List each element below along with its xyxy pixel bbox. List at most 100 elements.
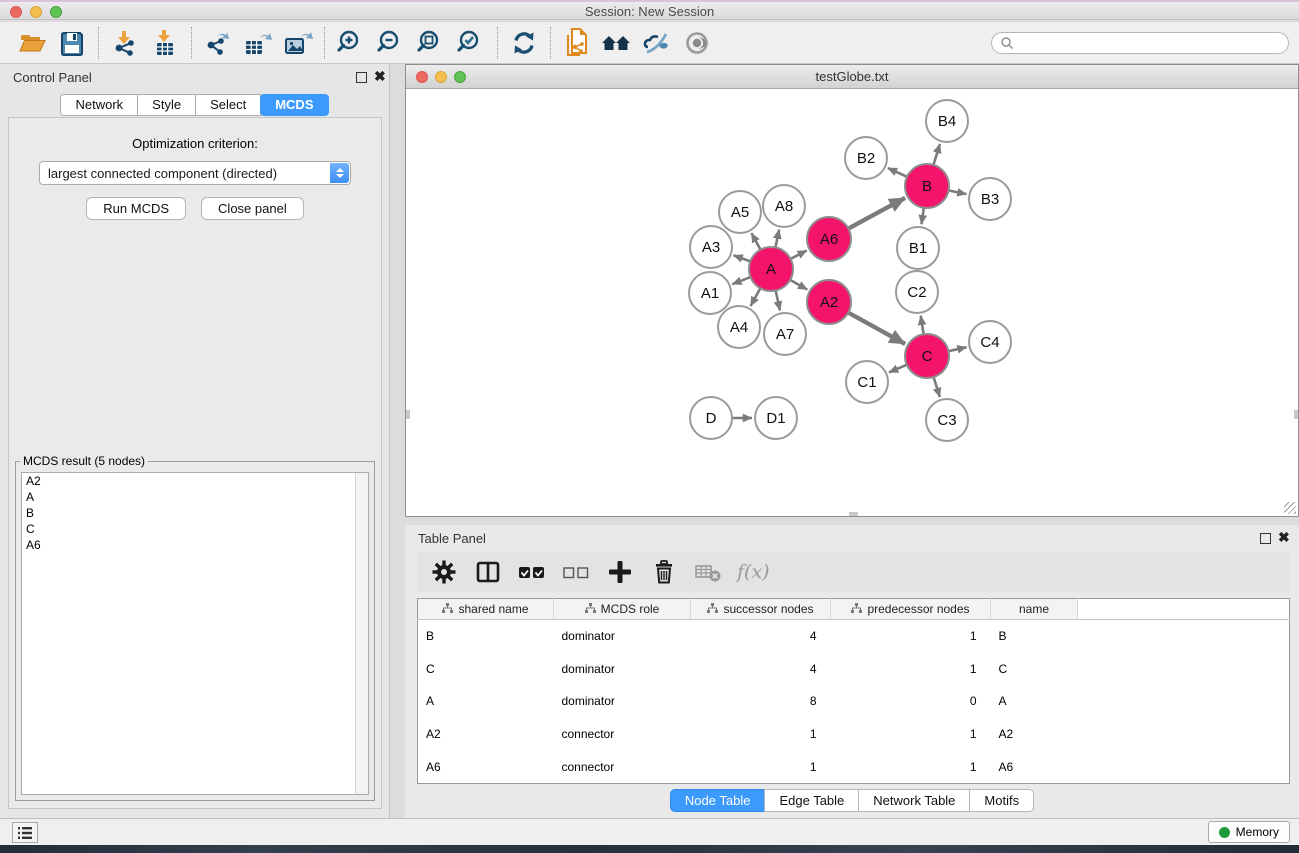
graph-edge-A-A7[interactable] [775,290,780,311]
select-all-checkboxes-icon[interactable] [515,555,549,589]
table-row[interactable]: A6connector11A6 [418,751,1290,784]
save-session-icon[interactable] [52,25,92,61]
table-row[interactable]: Bdominator41B [418,620,1290,653]
add-column-icon[interactable] [603,555,637,589]
graph-node-A2[interactable]: A2 [807,280,851,324]
tab-select[interactable]: Select [195,94,261,116]
table-cell[interactable]: 1 [831,718,991,751]
table-cell[interactable]: 1 [831,652,991,685]
show-graphics-details-icon[interactable] [677,25,717,61]
graph-node-B2[interactable]: B2 [845,137,887,179]
close-table-panel-icon[interactable]: ✖ [1278,529,1290,546]
hide-graphics-details-icon[interactable] [637,25,677,61]
search-box[interactable] [991,32,1289,54]
graph-node-D1[interactable]: D1 [755,397,797,439]
result-list-item[interactable]: B [22,505,368,521]
graph-node-A7[interactable]: A7 [764,313,806,355]
graph-node-B[interactable]: B [905,164,949,208]
tab-network-table[interactable]: Network Table [858,789,970,812]
graph-node-A8[interactable]: A8 [763,185,805,227]
result-list-item[interactable]: A2 [22,473,368,489]
import-table-icon[interactable] [145,25,185,61]
table-cell[interactable]: 1 [831,620,991,653]
table-cell[interactable]: A6 [418,751,554,784]
tab-style[interactable]: Style [137,94,196,116]
zoom-fit-icon[interactable] [411,25,451,61]
table-cell[interactable]: 8 [691,685,831,718]
table-settings-icon[interactable] [427,555,461,589]
result-list-item[interactable]: A [22,489,368,505]
table-cell[interactable]: A [418,685,554,718]
export-table-icon[interactable] [238,25,278,61]
result-list-item[interactable]: C [22,521,368,537]
graph-node-C1[interactable]: C1 [846,361,888,403]
graph-edge-B-B4[interactable] [933,144,940,166]
criterion-dropdown[interactable]: largest connected component (directed) [39,161,351,185]
graph-edge-A-A8[interactable] [775,230,779,249]
tab-network[interactable]: Network [60,94,138,116]
table-cell[interactable]: dominator [554,652,691,685]
graph-node-A4[interactable]: A4 [718,306,760,348]
column-predecessor-nodes[interactable]: predecessor nodes [831,599,991,620]
table-cell[interactable]: A6 [991,751,1078,784]
delete-table-icon[interactable] [691,555,725,589]
table-cell[interactable]: C [991,652,1078,685]
graph-edge-A6-B[interactable] [847,198,905,229]
network-window-titlebar[interactable]: testGlobe.txt [406,65,1298,89]
graph-node-C3[interactable]: C3 [926,399,968,441]
task-history-button[interactable] [12,822,38,843]
tab-edge-table[interactable]: Edge Table [764,789,859,812]
graph-edge-A-A6[interactable] [790,250,807,259]
table-cell[interactable]: B [418,620,554,653]
result-list-item[interactable]: A6 [22,537,368,553]
graph-node-A6[interactable]: A6 [807,217,851,261]
table-cell[interactable]: 0 [831,685,991,718]
open-file-icon[interactable] [12,25,52,61]
column-name[interactable]: name [991,599,1078,620]
search-input[interactable] [1014,36,1280,50]
close-panel-icon[interactable]: ✖ [374,68,386,85]
table-cell[interactable]: A2 [418,718,554,751]
column-shared-name[interactable]: shared name [418,599,554,620]
table-cell[interactable]: connector [554,751,691,784]
table-cell[interactable]: dominator [554,685,691,718]
table-cell[interactable]: A [991,685,1078,718]
close-panel-button[interactable]: Close panel [201,197,304,220]
tab-motifs[interactable]: Motifs [969,789,1034,812]
column-mcds-role[interactable]: MCDS role [554,599,691,620]
export-image-icon[interactable] [278,25,318,61]
graph-node-B3[interactable]: B3 [969,178,1011,220]
export-network-icon[interactable] [198,25,238,61]
table-cell[interactable]: 1 [691,751,831,784]
graph-edge-B-B2[interactable] [888,168,908,177]
table-cell[interactable]: 1 [691,718,831,751]
table-cell[interactable]: B [991,620,1078,653]
table-row[interactable]: Adominator80A [418,685,1290,718]
split-columns-icon[interactable] [471,555,505,589]
apply-function-icon[interactable]: f(x) [737,561,770,583]
graph-edge-C-C3[interactable] [933,376,940,397]
table-cell[interactable]: 1 [831,751,991,784]
reset-layout-home-icon[interactable] [597,25,637,61]
graph-node-B1[interactable]: B1 [897,227,939,269]
table-row[interactable]: A2connector11A2 [418,718,1290,751]
graph-node-A5[interactable]: A5 [719,191,761,233]
resize-grip[interactable] [1284,502,1296,514]
graph-edge-C-C2[interactable] [921,316,924,336]
graph-edge-A-A3[interactable] [734,255,752,262]
table-cell[interactable]: C [418,652,554,685]
column-successor-nodes[interactable]: successor nodes [691,599,831,620]
delete-column-icon[interactable] [647,555,681,589]
graph-edge-A-A4[interactable] [751,287,761,306]
graph-node-B4[interactable]: B4 [926,100,968,142]
tab-node-table[interactable]: Node Table [670,789,766,812]
network-from-selection-icon[interactable] [557,25,597,61]
table-cell[interactable]: connector [554,718,691,751]
mcds-result-list[interactable]: A2ABCA6 [21,472,369,795]
graph-edge-B-B3[interactable] [948,190,967,194]
table-cell[interactable]: 4 [691,620,831,653]
run-mcds-button[interactable]: Run MCDS [86,197,186,220]
table-cell[interactable]: 4 [691,652,831,685]
graph-edge-A2-C[interactable] [847,312,905,344]
graph-edge-A-A2[interactable] [789,279,807,289]
